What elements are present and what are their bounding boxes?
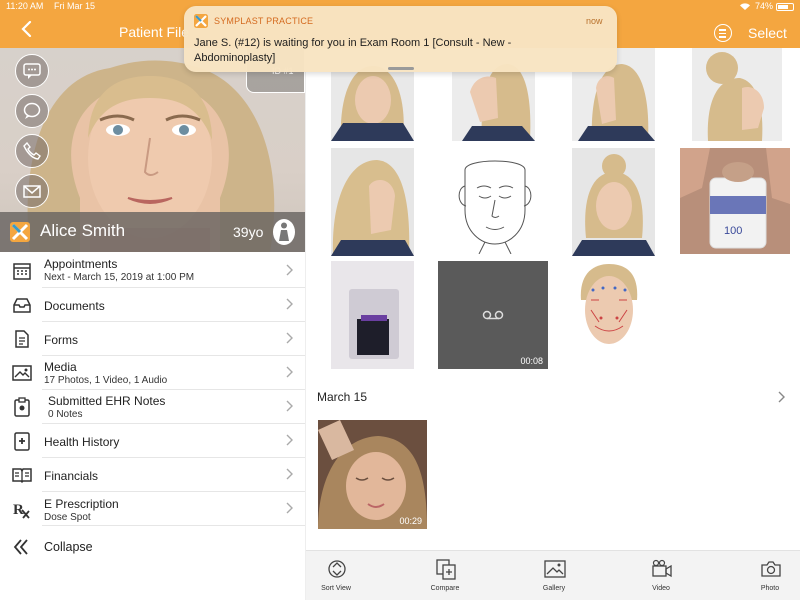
menu-label: Financials [44,469,99,483]
chevron-right-icon [286,400,293,412]
menu-item-health-history[interactable]: Health History [0,424,305,458]
inbox-icon [13,298,31,313]
form-icon [15,330,29,348]
chevron-right-icon[interactable] [778,391,785,403]
chevron-right-icon [286,468,293,480]
menu-label: Appointments [44,257,118,271]
chevron-left-icon[interactable] [20,21,34,37]
date-section-header: March 15 [317,390,368,404]
toolbar-label: Photo [760,585,780,592]
hamburger-icon[interactable] [714,24,732,42]
gallery-button[interactable]: Gallery [524,551,584,600]
photo-thumbnail[interactable] [692,48,782,141]
menu-label: Documents [44,299,105,313]
face-diagram-thumbnail[interactable] [439,150,551,254]
menu-item-appointments[interactable]: Appointments Next - March 15, 2019 at 1:… [0,254,305,288]
patient-menu: Appointments Next - March 15, 2019 at 1:… [0,252,305,600]
chat-icon[interactable] [15,94,49,128]
ipad-screen: 11:20 AM Fri Mar 15 74% Patient File Sel… [0,0,800,600]
patient-name-band: Alice Smith 39yo [0,212,305,252]
svg-text:100: 100 [724,225,742,237]
notification-banner[interactable]: SYMPLAST PRACTICE now Jane S. (#12) is w… [184,6,617,72]
menu-label: Collapse [44,540,93,554]
sort-view-button[interactable]: Sort View [306,551,366,600]
photo-thumbnail[interactable] [572,148,655,256]
chevron-right-icon [286,434,293,446]
chevron-right-icon [286,502,293,514]
wifi-icon [740,3,750,10]
menu-item-ehr-notes[interactable]: Submitted EHR Notes 0 Notes [0,390,305,424]
menu-sublabel: Dose Spot [44,512,91,523]
menu-sublabel: Next - March 15, 2019 at 1:00 PM [44,272,195,283]
symplast-logo-icon [194,14,208,28]
photo-thumbnail[interactable] [331,261,414,369]
toolbar-label: Video [652,585,670,592]
patient-name: Alice Smith [40,221,126,240]
toolbar-label: Sort View [321,585,351,592]
menu-sublabel: 17 Photos, 1 Video, 1 Audio [44,375,168,386]
face-injection-map-thumbnail[interactable] [571,260,647,358]
menu-item-documents[interactable]: Documents [0,288,305,322]
sort-view-icon [328,560,346,578]
compare-button[interactable]: Compare [415,551,475,600]
photo-thumbnail[interactable] [331,148,414,256]
chevron-right-icon [286,264,293,276]
video-thumbnail[interactable]: 00:29 [318,420,427,529]
video-duration: 00:29 [399,516,422,526]
calendar-icon [13,263,31,280]
audio-duration: 00:08 [520,356,543,366]
select-button[interactable]: Select [748,25,787,41]
video-icon [652,559,672,578]
menu-label: Forms [44,333,78,347]
status-time: 11:20 AM [6,1,44,11]
chevron-right-icon [286,366,293,378]
audio-thumbnail[interactable]: 00:08 [438,261,548,369]
chevron-right-icon [286,332,293,344]
patient-age: 39yo [233,224,264,240]
patient-profile-header: ID #1 Alice Smith 39yo [0,48,305,252]
health-icon [14,432,30,451]
compare-icon [436,559,456,580]
ledger-icon [12,468,32,484]
menu-label: Media [44,360,77,374]
gallery-icon [544,560,566,578]
camera-icon [761,561,781,577]
photo-button[interactable]: Photo [740,551,800,600]
photo-thumbnail[interactable]: 100 [680,148,790,254]
battery-percent: 74% [755,1,774,11]
chevron-right-icon [286,298,293,310]
status-date: Fri Mar 15 [54,1,96,11]
collapse-icon [13,539,28,555]
menu-item-media[interactable]: Media 17 Photos, 1 Video, 1 Audio [0,356,305,390]
image-icon [12,365,32,381]
battery-icon [776,3,794,11]
menu-item-e-prescription[interactable]: R E Prescription Dose Spot [0,492,305,526]
sms-icon[interactable] [15,54,49,88]
notification-time: now [586,16,603,26]
menu-sublabel: 0 Notes [48,409,83,420]
notification-grabber[interactable] [388,67,414,70]
toolbar-label: Compare [430,585,460,592]
bottom-toolbar: Sort View Compare Gallery Video Photo [306,550,800,600]
symplast-logo-icon [10,222,30,242]
toolbar-label: Gallery [542,585,566,592]
menu-item-collapse[interactable]: Collapse [0,530,305,564]
video-button[interactable]: Video [631,551,691,600]
person-female-icon [273,219,295,245]
nav-title: Patient File [119,24,190,40]
clipboard-icon [14,397,30,417]
rx-icon: R [13,502,30,519]
phone-icon[interactable] [15,134,49,168]
menu-item-forms[interactable]: Forms [0,322,305,356]
notification-message: Jane S. (#12) is waiting for you in Exam… [194,37,512,64]
notification-app-name: SYMPLAST PRACTICE [214,16,314,26]
menu-label: Submitted EHR Notes [48,394,166,408]
media-gallery: 100 00:08 March 15 00:29 [306,48,800,550]
email-icon[interactable] [15,174,49,208]
menu-label: E Prescription [44,497,119,511]
menu-item-financials[interactable]: Financials [0,458,305,492]
menu-label: Health History [44,435,120,449]
